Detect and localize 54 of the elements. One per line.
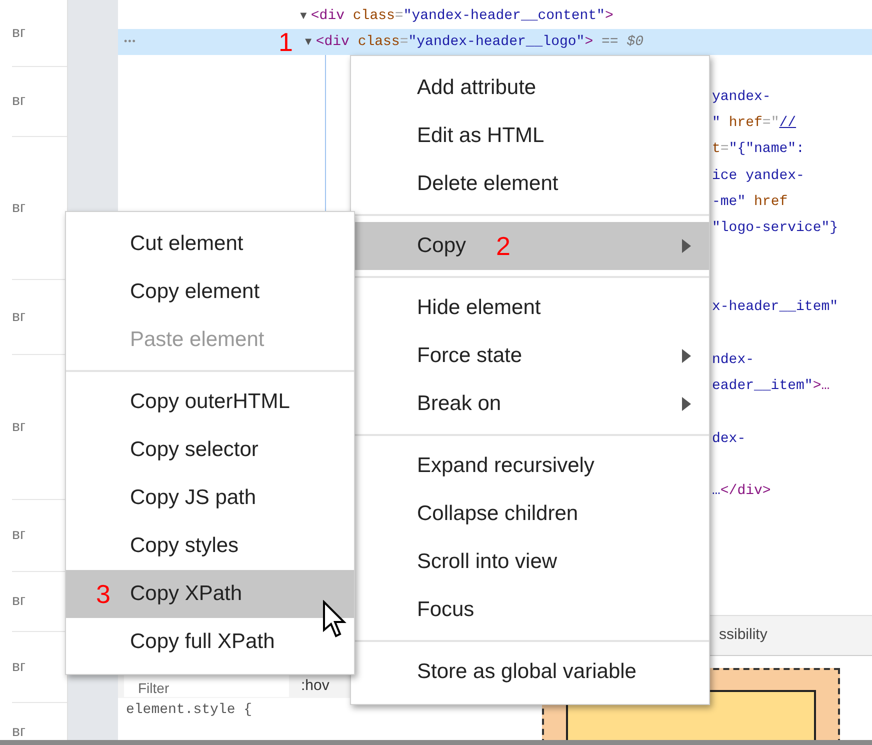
list-item-text: вг [12, 22, 26, 43]
code-fragment: x-header__item" [712, 298, 838, 318]
menu-item[interactable]: Copy JS path [66, 474, 354, 522]
step-number: 1 [278, 29, 293, 55]
menu-item[interactable]: Copy outerHTML [66, 378, 354, 426]
menu-item[interactable]: 3 Copy XPath [66, 570, 354, 618]
code-fragment: ice yandex- [712, 166, 804, 186]
menu-item[interactable]: Cut element [66, 220, 354, 268]
menu-item[interactable]: Scroll into view [351, 538, 709, 586]
submenu-arrow-icon [682, 239, 691, 253]
menu-item[interactable]: Force state [351, 332, 709, 380]
hov-button[interactable]: :hov [301, 674, 330, 697]
menu-item[interactable]: Copy styles [66, 522, 354, 570]
code-fragment: dex- [712, 430, 746, 448]
panel-tab[interactable]: ssibility [715, 624, 772, 647]
menu-item[interactable]: Delete element [351, 160, 709, 208]
expand-toggle[interactable]: ▼ [302, 34, 314, 50]
list-item-text: вг [12, 656, 26, 677]
mouse-pointer-icon [322, 600, 348, 638]
menu-item[interactable]: Copy element [66, 268, 354, 316]
code-line: <div class="yandex-header__logo"> == $0 [316, 32, 644, 52]
step-number: 3 [96, 578, 110, 610]
code-fragment: -me" href [712, 192, 788, 212]
submenu-arrow-icon [682, 349, 691, 363]
code-fragment: yandex- [712, 88, 771, 107]
code-fragment: t="{"name": [712, 140, 804, 160]
menu-item[interactable]: Copy full XPath [66, 618, 354, 666]
style-rule: element.style { [125, 701, 254, 720]
menu-item[interactable]: Break on [351, 380, 709, 428]
code-fragment: eader__item">… [712, 376, 830, 396]
menu-item[interactable]: Add attribute [351, 64, 709, 112]
code-fragment: ndex- [712, 350, 754, 370]
menu-item[interactable]: Focus [351, 586, 709, 634]
menu-item[interactable]: Copy selector [66, 426, 354, 474]
submenu-arrow-icon [682, 397, 691, 411]
list-item-text: вг [12, 525, 26, 546]
code-line: <div class="yandex-header__content"> [310, 6, 614, 26]
list-item-text: вг [12, 198, 26, 218]
list-item-text: вг [12, 306, 26, 327]
menu-item[interactable]: Collapse children [351, 490, 709, 538]
expand-toggle[interactable]: ▼ [298, 8, 309, 24]
code-fragment: " href="// [712, 114, 796, 133]
filter-field[interactable]: Filter [124, 675, 289, 697]
code-fragment: …</div> [712, 482, 771, 502]
list-item-text: вг [12, 416, 26, 437]
step-number: 2 [496, 230, 510, 262]
list-item-text: вг [12, 722, 26, 742]
list-item-text: вг [12, 591, 26, 612]
menu-item[interactable]: Hide element [351, 284, 709, 332]
menu-item[interactable]: Store as global variable [351, 648, 709, 696]
code-fragment: "logo-service"} [712, 219, 838, 238]
list-item-text: вг [12, 91, 26, 112]
menu-item[interactable]: Edit as HTML [351, 112, 709, 160]
menu-item[interactable]: Expand recursively [351, 442, 709, 490]
